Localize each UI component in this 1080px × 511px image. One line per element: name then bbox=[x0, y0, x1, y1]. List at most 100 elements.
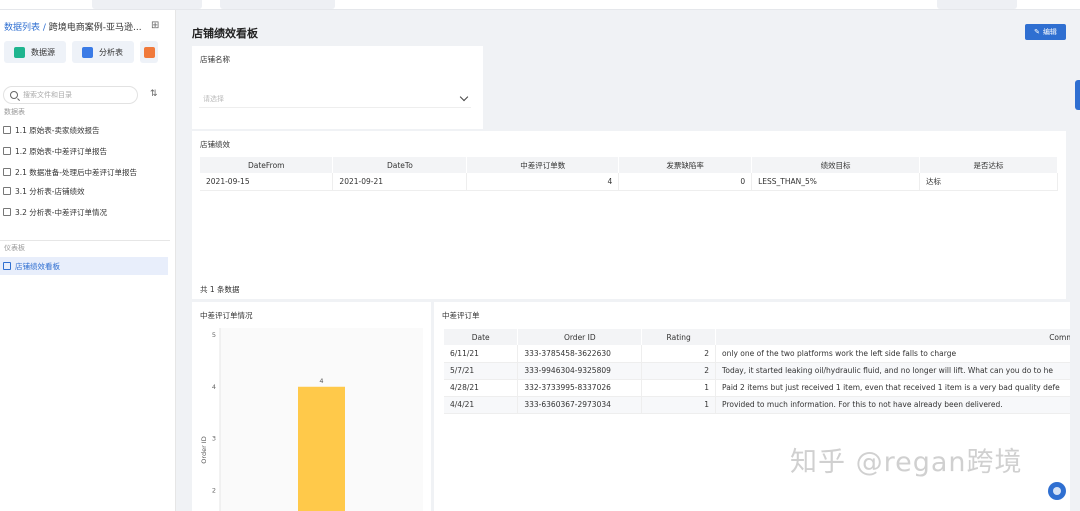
table-cell: 332-3733995-8337026 bbox=[517, 379, 643, 397]
table-header-row: DateFrom DateTo 中差评订单数 发票缺陷率 绩效目标 是否达标 bbox=[200, 157, 1058, 173]
sidebar-search-input[interactable]: 搜索文件和目录 bbox=[3, 86, 138, 104]
edit-label: 编辑 bbox=[1042, 28, 1057, 36]
column-header[interactable]: DateTo bbox=[332, 157, 468, 173]
table-cell: 2 bbox=[641, 362, 717, 380]
table-cell: 0 bbox=[618, 173, 753, 191]
table-cell: 4 bbox=[466, 173, 620, 191]
analysis-table-button[interactable]: 分析表 bbox=[72, 41, 134, 63]
section-label-dashboards: 仪表板 bbox=[4, 244, 25, 252]
table-row: 4/4/21 333-6360367-2973034 1 Provided to mu… bbox=[444, 396, 1070, 414]
pencil-icon: ✎ bbox=[1034, 28, 1040, 36]
breadcrumb-root[interactable]: 数据列表 / bbox=[4, 23, 46, 33]
table-cell: 333-6360367-2973034 bbox=[517, 396, 643, 414]
sidebar: 数据列表 / 跨境电商案例-亚马逊... ⊞ 数据源 分析表 搜索文件和目录 ⇅… bbox=[0, 10, 176, 511]
table-cell: 2021-09-21 bbox=[332, 173, 468, 191]
column-header[interactable]: Rating bbox=[641, 329, 717, 345]
watermark: 知乎 @regan跨境 bbox=[790, 447, 1023, 478]
sidebar-item[interactable]: 3.1 分析表-店铺绩效 bbox=[0, 182, 168, 200]
column-header[interactable]: 是否达标 bbox=[919, 157, 1058, 173]
column-header[interactable]: 中差评订单数 bbox=[466, 157, 620, 173]
analysis-table-label: 分析表 bbox=[99, 47, 123, 57]
column-header[interactable]: Order ID bbox=[517, 329, 643, 345]
orders-title: 中差评订单 bbox=[442, 311, 480, 320]
sidebar-item-label: 1.1 原始表-卖家绩效报告 bbox=[15, 125, 100, 135]
bar[interactable] bbox=[298, 386, 345, 511]
table-cell: 2 bbox=[641, 345, 717, 363]
chevron-down-icon bbox=[459, 92, 469, 102]
sidebar-item[interactable]: 3.2 分析表-中差评订单情况 bbox=[0, 203, 168, 221]
top-tab[interactable] bbox=[92, 0, 202, 9]
column-header[interactable]: 绩效目标 bbox=[751, 157, 921, 173]
sidebar-item[interactable]: 1.1 原始表-卖家绩效报告 bbox=[0, 121, 168, 139]
column-header[interactable]: Date bbox=[444, 329, 519, 345]
table-cell: 4/4/21 bbox=[444, 396, 519, 414]
table-cell: 333-3785458-3622630 bbox=[517, 345, 643, 363]
breadcrumb: 数据列表 / 跨境电商案例-亚马逊... bbox=[4, 20, 164, 33]
section-label-tables: 数据表 bbox=[4, 108, 25, 116]
sidebar-item-label: 2.1 数据准备-处理后中差评订单报告 bbox=[15, 167, 138, 177]
column-header[interactable]: DateFrom bbox=[200, 157, 334, 173]
analysis-table-icon bbox=[82, 46, 93, 58]
sidebar-item-label: 3.2 分析表-中差评订单情况 bbox=[15, 207, 108, 217]
column-header[interactable]: Commen bbox=[715, 329, 1070, 345]
table-cell: 1 bbox=[641, 396, 717, 414]
y-tick-label: 3 bbox=[212, 435, 216, 443]
search-placeholder: 搜索文件和目录 bbox=[23, 91, 72, 99]
filter-icon[interactable]: ⇅ bbox=[150, 89, 158, 99]
panel-toggle-icon[interactable]: ⊞ bbox=[151, 20, 163, 31]
search-icon bbox=[10, 91, 18, 99]
data-source-label: 数据源 bbox=[31, 47, 55, 57]
y-axis-label: Order ID bbox=[200, 436, 208, 463]
y-tick-label: 4 bbox=[212, 383, 216, 391]
breadcrumb-project: 跨境电商案例-亚马逊... bbox=[48, 23, 142, 33]
y-tick-label: 2 bbox=[212, 486, 216, 494]
page-title: 店铺绩效看板 bbox=[192, 27, 258, 40]
dashboard-icon bbox=[3, 262, 11, 270]
top-tab-strip bbox=[0, 0, 1080, 10]
side-drawer-tab[interactable] bbox=[1075, 80, 1080, 110]
top-search[interactable] bbox=[937, 0, 1017, 9]
table-row: 6/11/21 333-3785458-3622630 2 only one of t… bbox=[444, 345, 1070, 363]
sidebar-item[interactable]: 2.1 数据准备-处理后中差评订单报告 bbox=[0, 163, 168, 181]
shop-select[interactable]: 请选择 bbox=[199, 90, 471, 108]
table-header-row: Date Order ID Rating Commen bbox=[444, 329, 1070, 345]
negative-orders-chart-panel: 中差评订单情况 2345 4 Order ID bbox=[192, 302, 431, 511]
top-tab[interactable] bbox=[220, 0, 335, 9]
table-cell: LESS_THAN_5% bbox=[751, 173, 921, 191]
bars: 4 bbox=[298, 377, 345, 511]
orders-table-body: 6/11/21 333-3785458-3622630 2 only one of t… bbox=[444, 345, 1070, 414]
table-icon bbox=[3, 168, 11, 176]
performance-panel: 店铺绩效 DateFrom DateTo 中差评订单数 发票缺陷率 绩效目标 是… bbox=[192, 131, 1066, 299]
record-count: 共 1 条数据 bbox=[200, 285, 240, 294]
select-placeholder: 请选择 bbox=[203, 94, 224, 103]
dashboard-button[interactable] bbox=[140, 41, 158, 63]
table-cell: 6/11/21 bbox=[444, 345, 519, 363]
table-icon bbox=[3, 187, 11, 195]
table-icon bbox=[3, 147, 11, 155]
negative-orders-panel: 中差评订单 Date Order ID Rating Commen 6/11/2… bbox=[434, 302, 1070, 511]
table-cell: Provided to much information. For this t… bbox=[715, 396, 1070, 414]
table-cell: 2021-09-15 bbox=[200, 173, 334, 191]
table-cell: Paid 2 items but just received 1 item, e… bbox=[715, 379, 1070, 397]
table-cell: 达标 bbox=[919, 173, 1058, 191]
sidebar-item-label: 店铺绩效看板 bbox=[15, 261, 60, 271]
table-cell: only one of the two platforms work the l… bbox=[715, 345, 1070, 363]
sidebar-item-dashboard[interactable]: 店铺绩效看板 bbox=[0, 257, 168, 275]
column-header[interactable]: 发票缺陷率 bbox=[618, 157, 753, 173]
bar-chart: 2 3 4 5 4 Order ID bbox=[200, 328, 423, 511]
negative-orders-table: Date Order ID Rating Commen 6/11/21333-3… bbox=[444, 329, 1070, 414]
y-tick-label: 5 bbox=[212, 331, 216, 339]
table-cell: 5/7/21 bbox=[444, 362, 519, 380]
table-cell: 1 bbox=[641, 379, 717, 397]
sidebar-divider bbox=[0, 240, 170, 241]
table-row: 2021-09-15 2021-09-21 4 0 LESS_THAN_5% 达… bbox=[200, 173, 1058, 191]
data-source-button[interactable]: 数据源 bbox=[4, 41, 66, 63]
dashboard-icon bbox=[144, 46, 155, 58]
help-fab-button[interactable] bbox=[1048, 482, 1066, 500]
edit-button[interactable]: ✎ 编辑 bbox=[1025, 24, 1066, 40]
bar-data-label: 4 bbox=[319, 377, 323, 385]
sidebar-item[interactable]: 1.2 原始表-中差评订单报告 bbox=[0, 142, 168, 160]
sidebar-item-label: 1.2 原始表-中差评订单报告 bbox=[15, 146, 108, 156]
performance-title: 店铺绩效 bbox=[200, 140, 230, 149]
table-icon bbox=[3, 208, 11, 216]
